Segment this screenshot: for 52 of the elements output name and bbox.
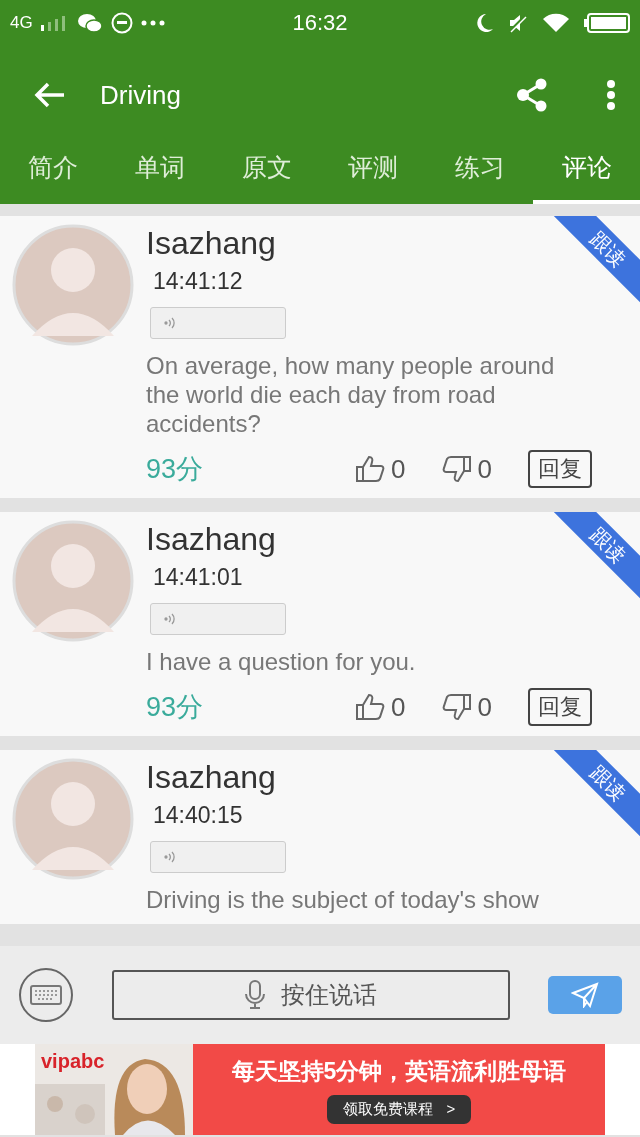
thumbs-down-icon[interactable] — [441, 455, 472, 483]
ad-cta-button[interactable]: 领取免费课程 > — [326, 1094, 472, 1124]
share-icon[interactable] — [516, 78, 548, 112]
comment-time: 14:40:15 — [153, 802, 244, 829]
user-name: Isazhang — [146, 520, 277, 558]
thumbs-up-icon[interactable] — [355, 455, 386, 483]
sound-icon — [163, 850, 177, 864]
app-icon — [110, 12, 133, 34]
tab[interactable]: 练习 — [426, 144, 534, 204]
back-icon[interactable] — [34, 81, 66, 109]
microphone-icon — [245, 980, 265, 1010]
tab[interactable]: 评测 — [320, 144, 427, 204]
more-icon — [140, 20, 165, 26]
user-name: Isazhang — [146, 224, 277, 262]
overflow-menu-icon[interactable] — [606, 80, 616, 110]
reply-button[interactable]: 回复 — [528, 450, 592, 488]
sound-icon — [163, 316, 177, 330]
comment-text: On average, how many people around the world die each day from road accidents? — [146, 351, 556, 438]
ad-headline: 每天坚持5分钟，英语流利胜母语 — [231, 1056, 567, 1086]
chat-icon — [76, 12, 103, 34]
like-count: 0 — [391, 691, 406, 723]
keyboard-icon[interactable] — [18, 967, 74, 1023]
network-type: 4G — [10, 13, 33, 33]
comment-time: 14:41:12 — [153, 268, 244, 295]
comment-text: I have a question for you. — [146, 647, 417, 676]
reply-button[interactable]: 回复 — [528, 688, 592, 726]
sound-icon — [163, 612, 177, 626]
dislike-count: 0 — [477, 691, 492, 723]
like-count: 0 — [391, 453, 406, 485]
send-button[interactable] — [548, 976, 622, 1014]
ad-banner[interactable]: 每天坚持5分钟，英语流利胜母语 领取免费课程 > — [193, 1044, 605, 1135]
clock: 16:32 — [292, 10, 348, 36]
hold-to-talk-button[interactable]: 按住说话 — [112, 970, 510, 1020]
tab[interactable]: 单词 — [106, 144, 214, 204]
wifi-icon — [542, 13, 570, 33]
battery-icon — [584, 13, 630, 33]
dislike-count: 0 — [477, 453, 492, 485]
thumbs-down-icon[interactable] — [441, 693, 472, 721]
tab[interactable]: 简介 — [0, 144, 107, 204]
score: 93分 — [146, 453, 205, 486]
tab[interactable]: 原文 — [213, 144, 320, 204]
page-title: Driving — [100, 79, 182, 111]
tab[interactable]: 评论 — [533, 144, 640, 204]
user-name: Isazhang — [146, 758, 277, 796]
moon-icon — [476, 13, 494, 33]
comment-time: 14:41:01 — [153, 564, 244, 591]
thumbs-up-icon[interactable] — [355, 693, 386, 721]
paper-plane-icon — [571, 982, 599, 1008]
score: 93分 — [146, 691, 205, 724]
mute-icon — [508, 13, 528, 33]
ad-brand: vipabc — [41, 1050, 105, 1073]
comment-text: Driving is the subject of today's show — [146, 885, 540, 914]
